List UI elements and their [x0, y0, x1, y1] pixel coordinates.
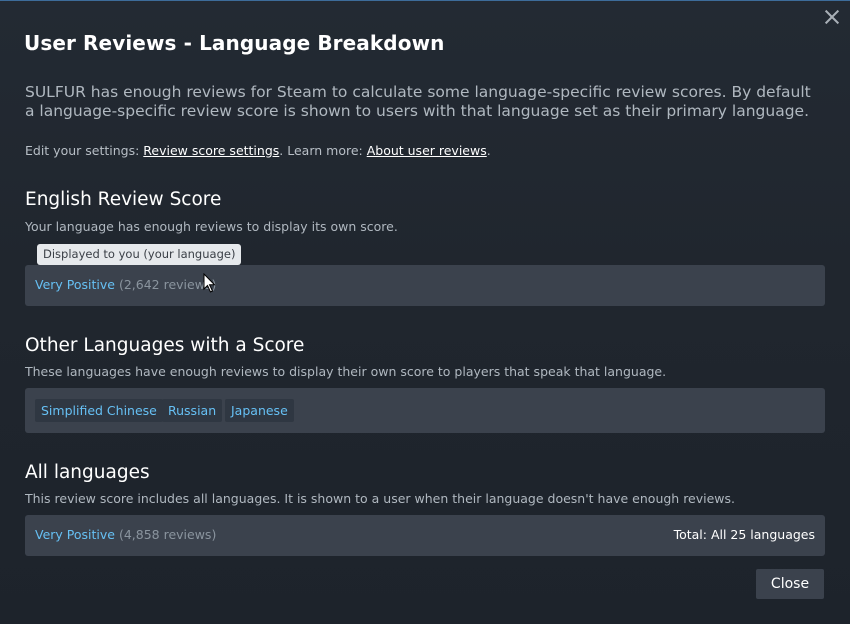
- english-score-panel: Very Positive (2,642 reviews): [25, 265, 825, 306]
- language-breakdown-dialog: User Reviews - Language Breakdown SULFUR…: [0, 0, 850, 624]
- all-review-count: (4,858 reviews): [118, 527, 217, 542]
- settings-suffix: .: [486, 143, 491, 158]
- all-languages-desc: This review score includes all languages…: [25, 491, 736, 506]
- review-score-settings-link[interactable]: Review score settings: [143, 143, 279, 158]
- total-languages: Total: All 25 languages: [673, 527, 815, 542]
- english-section-title: English Review Score: [25, 189, 222, 210]
- close-button[interactable]: Close: [756, 569, 824, 599]
- all-languages-title: All languages: [25, 462, 150, 483]
- dialog-title: User Reviews - Language Breakdown: [24, 31, 445, 55]
- other-languages-title: Other Languages with a Score: [25, 335, 305, 356]
- close-icon[interactable]: [824, 9, 840, 25]
- mouse-cursor-icon: [203, 273, 216, 293]
- other-languages-panel: Simplified Chinese Russian Japanese: [25, 388, 825, 433]
- language-chip-russian[interactable]: Russian: [162, 399, 223, 422]
- about-user-reviews-link[interactable]: About user reviews: [367, 143, 487, 158]
- english-review-count: (2,642 reviews): [118, 277, 217, 292]
- settings-prefix: Edit your settings:: [25, 143, 144, 158]
- english-score-rating[interactable]: Very Positive: [35, 277, 115, 292]
- english-section-desc: Your language has enough reviews to disp…: [25, 219, 398, 234]
- language-chip-simplified-chinese[interactable]: Simplified Chinese: [35, 399, 163, 422]
- all-score-rating[interactable]: Very Positive: [35, 527, 115, 542]
- all-languages-panel: Very Positive (4,858 reviews) Total: All…: [25, 515, 825, 556]
- settings-line: Edit your settings: Review score setting…: [25, 143, 491, 158]
- language-tooltip: Displayed to you (your language): [37, 244, 242, 265]
- settings-middle: . Learn more:: [279, 143, 367, 158]
- english-score-line: Very Positive (2,642 reviews): [35, 277, 216, 292]
- all-score-line: Very Positive (4,858 reviews): [35, 527, 216, 542]
- other-languages-desc: These languages have enough reviews to d…: [25, 364, 667, 379]
- intro-text: SULFUR has enough reviews for Steam to c…: [25, 83, 811, 120]
- language-chip-japanese[interactable]: Japanese: [225, 399, 294, 422]
